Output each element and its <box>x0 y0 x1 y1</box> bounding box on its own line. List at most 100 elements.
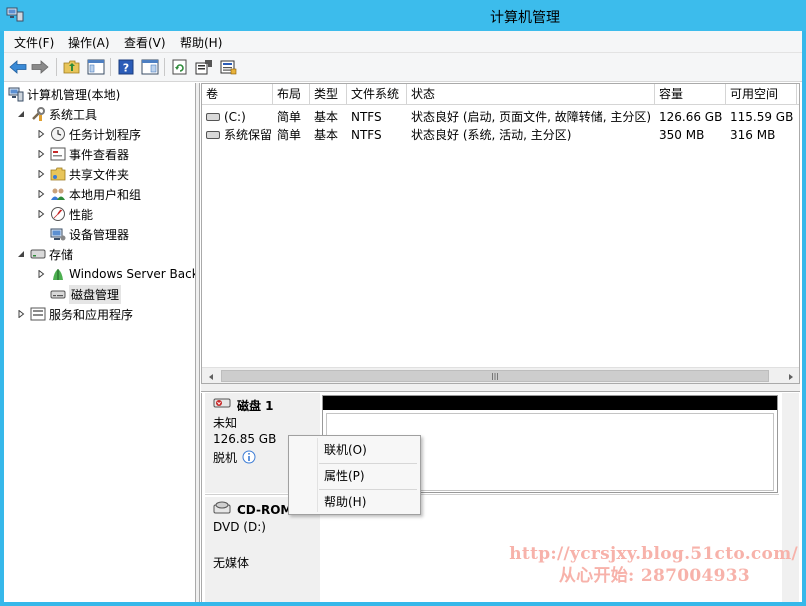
back-arrow-icon[interactable] <box>8 57 28 77</box>
tree-item-services-applications[interactable]: 服务和应用程序 <box>16 304 133 324</box>
volume-icon <box>206 131 220 139</box>
menu-item-properties[interactable]: 属性(P) <box>291 464 418 488</box>
table-row[interactable]: 系统保留 简单 基本 NTFS 状态良好 (系统, 活动, 主分区) 350 M… <box>202 126 799 144</box>
tree-item-computer-management[interactable]: 计算机管理(本地) <box>8 84 120 104</box>
column-header-type[interactable]: 类型 <box>310 84 347 105</box>
tree-label: 本地用户和组 <box>69 187 142 202</box>
properties-icon[interactable] <box>194 57 214 77</box>
tree-item-system-tools[interactable]: 系统工具 <box>16 104 97 124</box>
volume-capacity: 126.66 GB <box>659 110 723 124</box>
disk-kind: 未知 <box>213 416 238 430</box>
scrollbar-thumb[interactable] <box>221 370 769 382</box>
tree-label: 磁盘管理 <box>69 284 122 304</box>
tree-item-performance[interactable]: 性能 <box>36 204 93 224</box>
expanded-triangle-icon[interactable] <box>16 249 26 259</box>
column-header-status[interactable]: 状态 <box>407 84 655 105</box>
info-icon[interactable] <box>242 450 256 464</box>
table-row[interactable]: (C:) 简单 基本 NTFS 状态良好 (启动, 页面文件, 故障转储, 主分… <box>202 108 799 126</box>
collapsed-triangle-icon[interactable] <box>36 149 46 159</box>
cdrom-icon <box>213 501 231 515</box>
menu-item-online[interactable]: 联机(O) <box>291 438 418 462</box>
tree-item-event-viewer[interactable]: 事件查看器 <box>36 144 129 164</box>
disk-management-icon <box>50 286 66 302</box>
collapsed-triangle-icon[interactable] <box>16 309 26 319</box>
window-bottom-border <box>0 602 806 606</box>
volume-free-space: 115.59 GB <box>730 110 794 124</box>
volume-filesystem: NTFS <box>351 128 382 142</box>
tree-item-disk-management[interactable]: 磁盘管理 <box>50 284 122 304</box>
tree-label: 系统工具 <box>49 107 98 122</box>
context-menu: 联机(O) 属性(P) 帮助(H) <box>288 435 421 515</box>
collapsed-triangle-icon[interactable] <box>36 169 46 179</box>
scroll-right-arrow-icon[interactable] <box>782 368 799 383</box>
up-folder-icon[interactable] <box>62 57 82 77</box>
storage-icon <box>30 246 46 262</box>
tree-item-task-scheduler[interactable]: 任务计划程序 <box>36 124 141 144</box>
tree-label: 计算机管理(本地) <box>27 87 121 102</box>
help-icon[interactable]: ? <box>116 57 136 77</box>
forward-arrow-icon[interactable] <box>30 57 50 77</box>
collapsed-triangle-icon[interactable] <box>36 129 46 139</box>
content-pane: 卷 布局 类型 文件系统 状态 容量 可用空间 (C:) 简单 基本 NTFS … <box>201 83 802 602</box>
tree-label: 存储 <box>49 247 74 262</box>
menu-item-help[interactable]: 帮助(H) <box>291 490 418 514</box>
volume-layout: 简单 <box>277 110 302 124</box>
tree-item-shared-folders[interactable]: 共享文件夹 <box>36 164 129 184</box>
disk-name: 磁盘 1 <box>237 399 274 413</box>
services-icon <box>30 306 46 322</box>
refresh-icon[interactable] <box>170 57 190 77</box>
volume-status: 状态良好 (系统, 活动, 主分区) <box>411 128 572 142</box>
toolbar: ? <box>4 53 802 82</box>
tools-icon <box>30 106 46 122</box>
collapsed-triangle-icon[interactable] <box>36 269 46 279</box>
tree-label: 设备管理器 <box>69 227 130 242</box>
clock-icon <box>50 126 66 142</box>
show-hide-console-tree-icon[interactable] <box>86 57 106 77</box>
title-bar[interactable]: 计算机管理 <box>0 0 806 31</box>
performance-icon <box>50 206 66 222</box>
event-viewer-icon <box>50 146 66 162</box>
tree-item-local-users-groups[interactable]: 本地用户和组 <box>36 184 141 204</box>
tree-item-storage[interactable]: 存储 <box>16 244 73 264</box>
menu-help[interactable]: 帮助(H) <box>176 34 226 51</box>
volume-name: 系统保留 <box>224 128 273 142</box>
shared-folder-icon <box>50 166 66 182</box>
menu-action[interactable]: 操作(A) <box>64 34 114 51</box>
toolbar-separator <box>164 58 165 76</box>
console-tree: 计算机管理(本地) 系统工具 任务计划程序 事件查看器 共享文件夹 本地用户和组… <box>4 83 196 602</box>
column-header-filesystem[interactable]: 文件系统 <box>347 84 407 105</box>
export-list-icon[interactable] <box>218 57 238 77</box>
scroll-left-arrow-icon[interactable] <box>202 368 219 383</box>
collapsed-triangle-icon[interactable] <box>36 189 46 199</box>
collapsed-triangle-icon[interactable] <box>36 209 46 219</box>
tree-label: 性能 <box>69 207 94 222</box>
column-header-volume[interactable]: 卷 <box>202 84 273 105</box>
menu-file[interactable]: 文件(F) <box>10 34 58 51</box>
volume-status: 状态良好 (启动, 页面文件, 故障转储, 主分区) <box>411 110 652 124</box>
volume-layout: 简单 <box>277 128 302 142</box>
pane-splitter[interactable] <box>196 83 200 602</box>
window-title: 计算机管理 <box>490 10 560 26</box>
volume-capacity: 350 MB <box>659 128 705 142</box>
column-header-layout[interactable]: 布局 <box>273 84 310 105</box>
action-pane-icon[interactable] <box>140 57 160 77</box>
horizontal-scrollbar[interactable] <box>202 367 799 383</box>
column-header-capacity[interactable]: 容量 <box>655 84 726 105</box>
column-header-free-space[interactable]: 可用空间 <box>726 84 797 105</box>
watermark-url: http://ycrsjxy.blog.51cto.com/ <box>509 544 798 564</box>
expanded-triangle-icon[interactable] <box>16 109 26 119</box>
menu-bar: 文件(F) 操作(A) 查看(V) 帮助(H) <box>4 31 802 53</box>
menu-view[interactable]: 查看(V) <box>120 34 170 51</box>
tree-label: 事件查看器 <box>69 147 130 162</box>
tree-label: Windows Server Back <box>69 267 196 281</box>
tree-item-windows-server-backup[interactable]: Windows Server Back <box>36 264 196 284</box>
volume-list-header: 卷 布局 类型 文件系统 状态 容量 可用空间 <box>202 84 799 105</box>
disk-size: 126.85 GB <box>213 432 277 446</box>
app-window: 计算机管理 文件(F) 操作(A) 查看(V) 帮助(H) ? 计算机管理(本地… <box>0 0 806 606</box>
computer-icon <box>8 86 24 102</box>
tree-label: 服务和应用程序 <box>49 307 134 322</box>
horizontal-splitter[interactable] <box>201 384 800 392</box>
users-icon <box>50 186 66 202</box>
tree-item-device-manager[interactable]: 设备管理器 <box>50 224 129 244</box>
volume-name: (C:) <box>224 110 246 124</box>
